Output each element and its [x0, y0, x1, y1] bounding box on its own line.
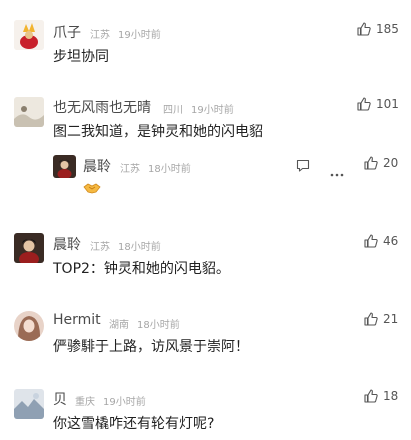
comment-location: 湖南 [109, 320, 129, 331]
comment-item: 爪子 江苏 19小时前 步坦协同 185 [0, 0, 411, 70]
handshake-emoji [83, 180, 101, 199]
like-button[interactable]: 185 [357, 22, 399, 36]
thumbs-up-icon [364, 389, 378, 403]
reply-time: 18小时前 [148, 164, 191, 175]
comment-text: 步坦协同 [53, 49, 109, 65]
comment-author[interactable]: Hermit [53, 312, 101, 328]
comment-time: 18小时前 [118, 242, 161, 253]
comment-location: 重庆 [75, 397, 95, 408]
comment-location: 江苏 [90, 242, 110, 253]
comment-time: 19小时前 [118, 30, 161, 41]
comment-author[interactable]: 爪子 [53, 22, 81, 42]
like-button[interactable]: 46 [364, 234, 398, 248]
thumbs-up-icon [364, 234, 378, 248]
avatar[interactable] [14, 97, 44, 127]
like-count: 20 [383, 156, 399, 170]
comment-author[interactable]: 晨聆 [53, 234, 81, 254]
comment-text: 图二我知道，是钟灵和她的闪电貂 [53, 124, 263, 140]
avatar[interactable] [53, 155, 76, 178]
avatar[interactable] [14, 311, 44, 341]
comment-author[interactable]: 也无风雨也无晴 [53, 97, 151, 117]
comment-time: 19小时前 [191, 105, 234, 116]
avatar[interactable] [14, 389, 44, 419]
like-button[interactable]: 21 [364, 312, 398, 326]
reply-author[interactable]: 晨聆 [83, 156, 111, 176]
comment-item: 晨聆 江苏 18小时前 TOP2：钟灵和她的闪电貂。 46 [0, 228, 411, 298]
like-count: 101 [376, 97, 399, 111]
comment-text: 你这雪橇咋还有轮有灯呢? [53, 416, 215, 432]
comment-text: TOP2：钟灵和她的闪电貂。 [53, 261, 230, 277]
thumbs-up-icon [357, 97, 371, 111]
like-count: 185 [376, 22, 399, 36]
comment-text: 俨骖騑于上路，访风景于崇阿！ [53, 339, 249, 355]
comment-time: 19小时前 [103, 397, 146, 408]
comment-item: 贝 重庆 19小时前 你这雪橇咋还有轮有灯呢? 18 [0, 384, 411, 440]
like-button[interactable]: 18 [364, 389, 398, 403]
thumbs-up-icon [364, 156, 378, 170]
thumbs-up-icon [357, 22, 371, 36]
comment-author[interactable]: 贝 [53, 389, 67, 409]
more-icon[interactable] [330, 162, 344, 181]
comment-location: 江苏 [90, 30, 110, 41]
like-count: 46 [383, 234, 399, 248]
comment-time: 18小时前 [137, 320, 180, 331]
comment-item: Hermit 湖南 18小时前 俨骖騑于上路，访风景于崇阿！ 21 [0, 306, 411, 376]
avatar[interactable] [14, 233, 44, 263]
like-button[interactable]: 20 [364, 156, 398, 170]
thumbs-up-icon [364, 312, 378, 326]
comment-icon[interactable] [296, 157, 310, 176]
like-count: 21 [383, 312, 399, 326]
comment-location: 四川 [163, 105, 183, 116]
avatar[interactable] [14, 20, 44, 50]
comment-item: 也无风雨也无晴 四川 19小时前 图二我知道，是钟灵和她的闪电貂 101 晨聆 … [0, 92, 411, 212]
reply-location: 江苏 [120, 164, 140, 175]
like-button[interactable]: 101 [357, 97, 399, 111]
like-count: 18 [383, 389, 399, 403]
